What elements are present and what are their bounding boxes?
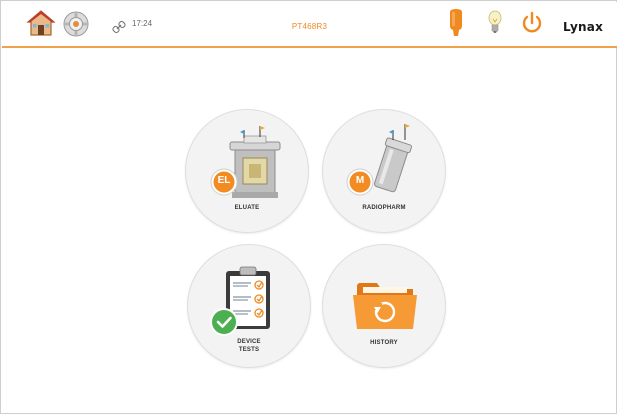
radiopharm-tile[interactable]: M RADIOPHARM	[322, 109, 446, 233]
device-tests-label-line2: TESTS	[238, 347, 260, 353]
eluate-label: ELUATE	[234, 205, 260, 211]
radiopharm-icon	[346, 124, 413, 196]
history-tile[interactable]: HISTORY	[322, 244, 446, 368]
eluate-icon	[210, 126, 281, 198]
check-icon	[210, 308, 238, 336]
folder-icon	[353, 283, 417, 329]
device-tests-label-line1: DEVICE	[237, 339, 261, 345]
top-bar: 17:24 PT468R3 Lynax	[2, 2, 617, 48]
eluate-tile[interactable]: EL ELUATE	[185, 109, 309, 233]
radiopharm-label: RADIOPHARM	[362, 205, 406, 211]
lynax-logo: Lynax	[554, 20, 612, 38]
history-label: HISTORY	[370, 340, 398, 346]
probe-icon[interactable]	[447, 8, 465, 38]
power-icon[interactable]	[520, 11, 544, 35]
device-tests-tile[interactable]: DEVICE TESTS	[187, 244, 311, 368]
radiopharm-badge-text: M	[355, 175, 365, 186]
logo-text: Lynax	[562, 20, 604, 34]
app-window: 17:24 PT468R3 Lynax EL ELUATE M RADIOPHA…	[0, 0, 617, 414]
eluate-badge-text: EL	[217, 175, 231, 186]
bulb-icon[interactable]	[488, 10, 502, 36]
